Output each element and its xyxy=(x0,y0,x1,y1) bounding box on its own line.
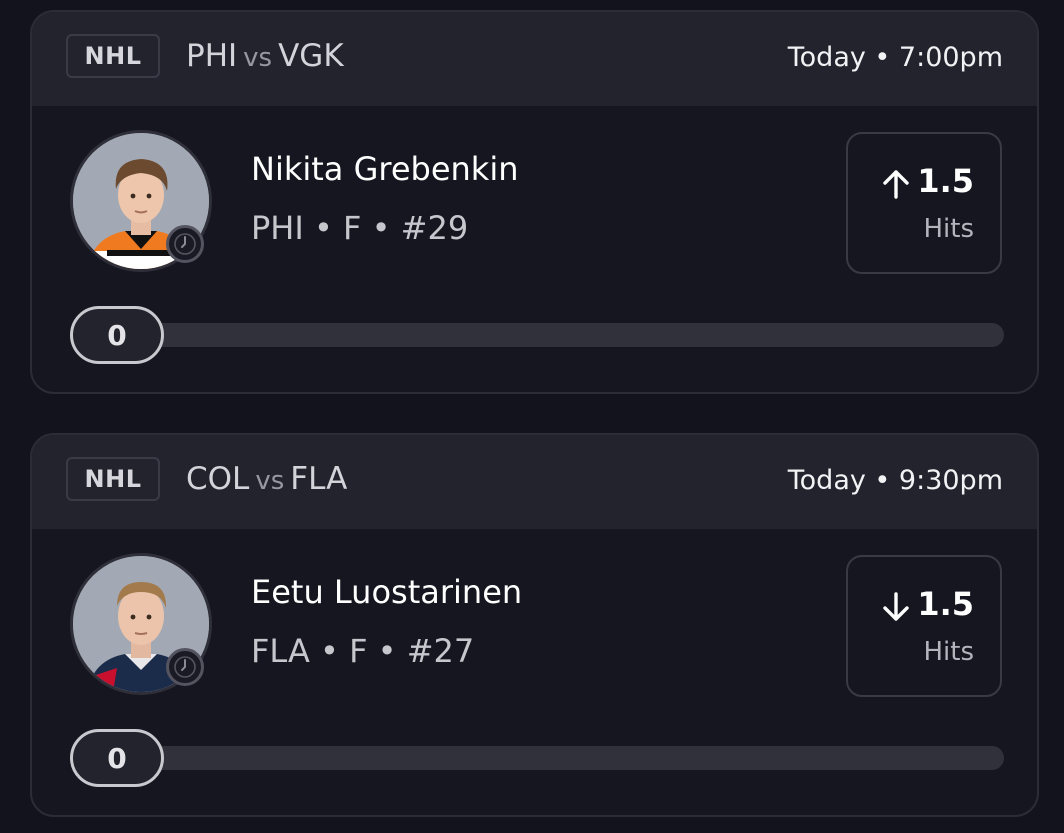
card-header: NHL PHI vs VGK Today • 7:00pm xyxy=(32,12,1037,106)
clock-icon xyxy=(166,648,204,686)
player-name: Nikita Grebenkin xyxy=(251,150,519,188)
clock-icon xyxy=(166,225,204,263)
progress-track xyxy=(132,323,1004,347)
away-team: FLA xyxy=(290,461,348,497)
vs-label: vs xyxy=(243,43,273,73)
line-stat: Hits xyxy=(923,637,974,667)
prop-card[interactable]: NHL PHI vs VGK Today • 7:00pm Nikita Grebe… xyxy=(30,10,1039,394)
matchup: COL vs FLA xyxy=(186,461,347,497)
away-team: VGK xyxy=(278,38,344,74)
vs-label: vs xyxy=(255,466,285,496)
player-meta: PHI • F • #29 xyxy=(251,209,469,247)
league-badge: NHL xyxy=(66,457,160,501)
arrow-up-icon xyxy=(883,170,909,199)
progress-value: 0 xyxy=(70,306,164,364)
game-time: Today • 9:30pm xyxy=(787,465,1003,496)
prop-line-button[interactable]: 1.5 Hits xyxy=(846,132,1002,274)
progress-track xyxy=(132,746,1004,770)
line-value: 1.5 xyxy=(917,162,974,200)
home-team: COL xyxy=(186,461,250,497)
prop-card[interactable]: NHL COL vs FLA Today • 9:30pm Eetu Luostar… xyxy=(30,433,1039,817)
prop-line-button[interactable]: 1.5 Hits xyxy=(846,555,1002,697)
line-stat: Hits xyxy=(923,214,974,244)
player-name: Eetu Luostarinen xyxy=(251,573,523,611)
game-time: Today • 7:00pm xyxy=(787,42,1003,73)
line-value: 1.5 xyxy=(917,585,974,623)
arrow-down-icon xyxy=(883,592,909,621)
league-badge: NHL xyxy=(66,34,160,78)
progress-value: 0 xyxy=(70,729,164,787)
card-header: NHL COL vs FLA Today • 9:30pm xyxy=(32,435,1037,529)
matchup: PHI vs VGK xyxy=(186,38,344,74)
player-meta: FLA • F • #27 xyxy=(251,632,475,670)
home-team: PHI xyxy=(186,38,238,74)
